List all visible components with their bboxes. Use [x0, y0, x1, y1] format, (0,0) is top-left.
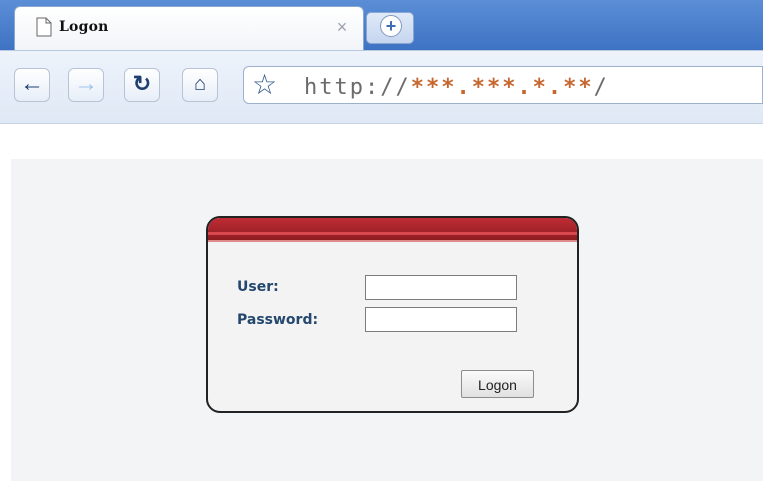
plus-icon: + [380, 15, 402, 37]
logon-button[interactable]: Logon [461, 370, 534, 398]
star-icon[interactable]: ☆ [252, 70, 282, 100]
user-input[interactable] [365, 275, 517, 300]
reload-button[interactable]: ↻ [124, 68, 160, 102]
tab-title: Logon [59, 19, 109, 35]
home-icon: ⌂ [193, 73, 207, 95]
login-panel-header [208, 218, 577, 242]
document-icon [36, 17, 52, 37]
browser-chrome: Logon × + ← → ↻ ⌂ ☆ http://***.***.*.**/ [0, 0, 763, 124]
url-prefix: http:// [304, 75, 411, 100]
back-arrow-icon: ← [20, 70, 44, 97]
close-tab-icon[interactable]: × [333, 18, 351, 36]
address-bar-url[interactable]: http://***.***.*.**/ [304, 75, 609, 100]
login-panel: User: Password: Logon [206, 216, 579, 413]
back-button[interactable]: ← [14, 68, 50, 102]
password-input[interactable] [365, 307, 517, 332]
new-tab-button[interactable]: + [366, 12, 414, 44]
tab-strip: Logon × + [0, 0, 763, 52]
forward-button[interactable]: → [68, 68, 104, 102]
forward-arrow-icon: → [74, 70, 98, 97]
url-suffix: / [593, 75, 609, 100]
browser-tab[interactable]: Logon × [14, 6, 364, 52]
home-button[interactable]: ⌂ [182, 68, 218, 102]
url-masked-host: ***.***.*.** [410, 75, 594, 100]
password-label: Password: [237, 312, 319, 328]
browser-toolbar: ← → ↻ ⌂ ☆ http://***.***.*.**/ [0, 50, 763, 124]
reload-icon: ↻ [132, 71, 152, 96]
address-bar[interactable]: ☆ http://***.***.*.**/ [243, 66, 763, 104]
user-label: User: [237, 279, 279, 295]
